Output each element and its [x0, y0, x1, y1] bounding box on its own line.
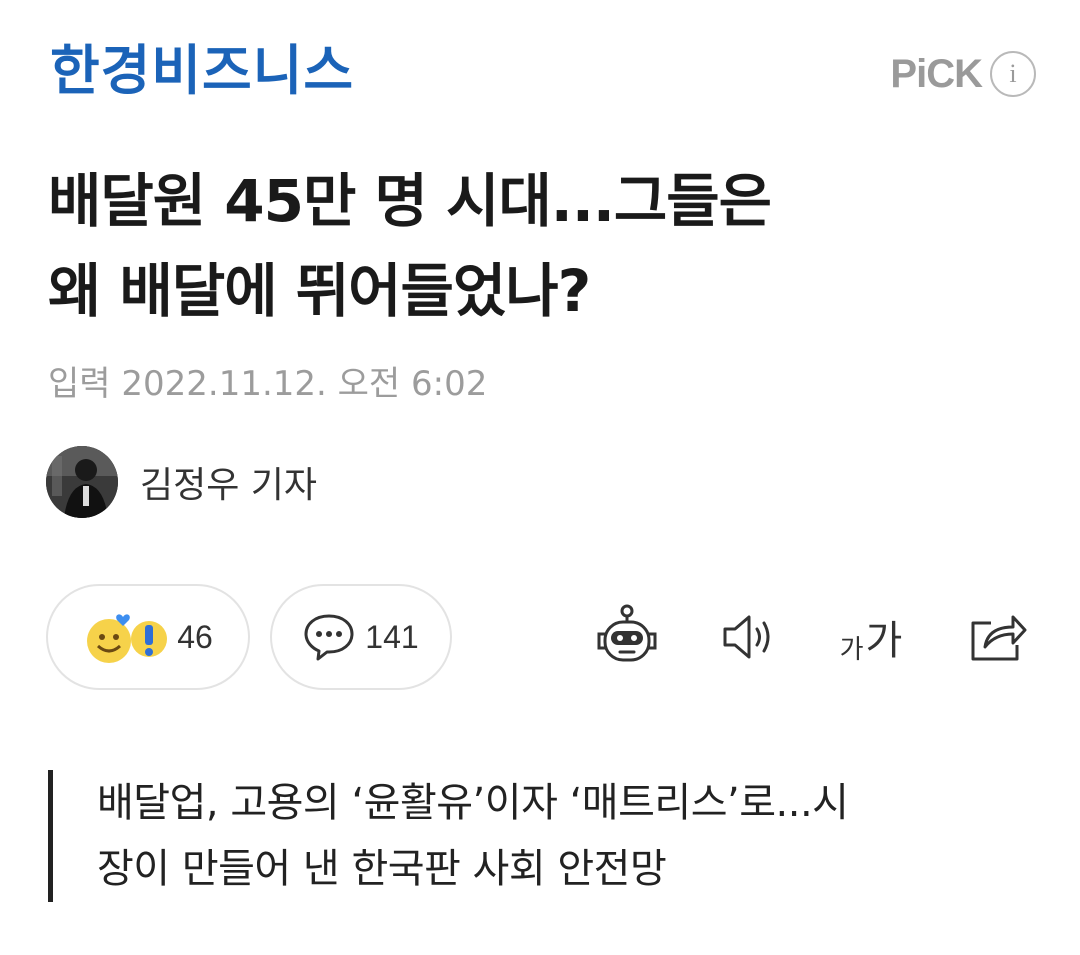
- press-header: 한경비즈니스 PiCK i: [0, 0, 1080, 140]
- reaction-count: 46: [177, 618, 213, 655]
- article-headline: 배달원 45만 명 시대...그들은 왜 배달에 뛰어들었나?: [48, 156, 1038, 336]
- info-icon[interactable]: i: [990, 51, 1036, 97]
- summary-bot-icon: [597, 604, 657, 662]
- headline-line-2: 왜 배달에 뛰어들었나?: [48, 257, 591, 325]
- comment-bubble-icon: [303, 612, 355, 662]
- share-button[interactable]: [962, 602, 1032, 672]
- text-to-speech-button[interactable]: [714, 602, 784, 672]
- article-toolbar: 46 141 가 가: [46, 584, 1036, 690]
- speaker-icon: [723, 615, 770, 659]
- subtitle-line-1: 배달업, 고용의 ‘윤활유’이자 ‘매트리스’로...시: [97, 780, 849, 826]
- summary-bot-button[interactable]: [592, 602, 662, 672]
- reaction-button[interactable]: 46: [46, 584, 250, 690]
- font-size-icon: 가 가: [840, 608, 903, 666]
- font-size-small-glyph: 가: [839, 635, 864, 665]
- font-size-large-glyph: 가: [865, 618, 903, 664]
- subtitle-line-2: 장이 만들어 낸 한국판 사회 안전망: [97, 846, 667, 892]
- press-logo[interactable]: 한경비즈니스: [50, 38, 354, 104]
- article-subtitle: 배달업, 고용의 ‘윤활유’이자 ‘매트리스’로...시 장이 만들어 낸 한국…: [48, 770, 1038, 902]
- headline-line-1: 배달원 45만 명 시대...그들은: [48, 167, 772, 235]
- share-icon: [971, 615, 1027, 661]
- reporter-name[interactable]: 김정우 기자: [140, 456, 317, 508]
- font-size-button[interactable]: 가 가: [836, 602, 906, 672]
- publish-date: 입력 2022.11.12. 오전 6:02: [48, 364, 488, 404]
- comment-count: 141: [365, 618, 419, 655]
- reporter-avatar[interactable]: [46, 446, 118, 518]
- reporter-info[interactable]: 김정우 기자: [46, 446, 317, 518]
- pick-badge[interactable]: PiCK i: [890, 50, 1036, 98]
- avatar-photo-icon: [46, 446, 118, 518]
- reaction-emoji-icon: [83, 607, 168, 667]
- pick-label: PiCK: [890, 51, 983, 96]
- comment-button[interactable]: 141: [270, 584, 452, 690]
